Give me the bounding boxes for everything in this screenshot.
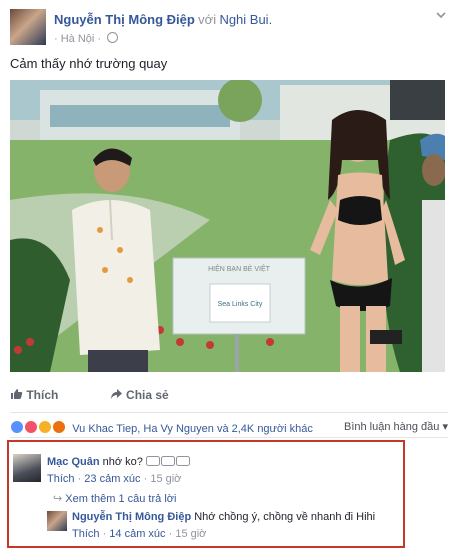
share-action[interactable]: Chia sẻ: [110, 388, 193, 402]
comment-like-link[interactable]: Thích: [47, 473, 75, 485]
location-dot: ·: [54, 33, 61, 45]
comment-ranking-label: Bình luận hàng đầu: [343, 421, 440, 433]
love-reaction-icon[interactable]: [24, 420, 39, 434]
share-label: Chia sẻ: [126, 388, 169, 402]
caret-down-icon: ▾: [442, 421, 448, 433]
with-label: với: [198, 12, 217, 27]
post-actions: Thích Chia sẻ: [10, 388, 217, 402]
location[interactable]: Hà Nội: [61, 33, 95, 45]
reactions-divider: [10, 437, 448, 438]
replier-name[interactable]: Nguyễn Thị Mông Điệp: [72, 511, 191, 523]
commenter-avatar[interactable]: [13, 454, 41, 482]
globe-icon[interactable]: [107, 32, 119, 43]
reactions-bar: Vu Khac Tiep, Ha Vy Nguyen và 2,4K người…: [10, 420, 448, 435]
author-name[interactable]: Nguyễn Thị Mông Điệp: [54, 12, 195, 27]
photo-illustration: HIỆN BẠN BÈ VIỆT Sea Links City: [10, 80, 445, 372]
comment-body: Mạc Quân nhớ ko?: [47, 456, 190, 468]
reactions-summary[interactable]: Vu Khac Tiep, Ha Vy Nguyen và 2,4K người…: [72, 423, 313, 435]
share-arrow-icon: [110, 389, 122, 399]
view-more-replies-label: Xem thêm 1 câu trả lời: [65, 493, 177, 505]
post-photo[interactable]: HIỆN BẠN BÈ VIỆT Sea Links City: [10, 80, 445, 372]
comment-text: nhớ ko?: [102, 456, 146, 468]
angry-reaction-icon[interactable]: [52, 420, 67, 434]
view-more-replies[interactable]: ↪ Xem thêm 1 câu trả lời: [53, 492, 176, 505]
like-reaction-icon[interactable]: [10, 420, 24, 434]
comment-meta: Thích · 23 cảm xúc · 15 giờ: [47, 473, 182, 485]
reply-text: Nhớ chồng ý, chồng về nhanh đi Hihi: [194, 511, 376, 523]
reply-reactions[interactable]: 14 cảm xúc: [109, 528, 165, 540]
haha-reaction-icon[interactable]: [38, 420, 53, 434]
comment-time[interactable]: 15 giờ: [150, 473, 181, 485]
comment-ranking-selector[interactable]: Bình luận hàng đầu ▾: [344, 420, 448, 433]
chevron-down-icon[interactable]: [434, 8, 448, 22]
replier-avatar[interactable]: [47, 511, 67, 531]
reply-like-link[interactable]: Thích: [72, 528, 100, 540]
reply-meta: Thích · 14 cảm xúc · 15 giờ: [72, 528, 207, 540]
highlighted-comments: Mạc Quân nhớ ko? Thích · 23 cảm xúc · 15…: [7, 440, 405, 548]
meta-sep: ·: [97, 33, 105, 45]
facebook-post: Nguyễn Thị Mông Điệp với Nghi Bui. · Hà …: [0, 0, 460, 548]
like-action[interactable]: Thích: [10, 388, 86, 402]
post-meta: · Hà Nội ·: [54, 32, 119, 45]
reply-arrow-icon: ↪: [53, 493, 63, 505]
author-avatar[interactable]: [10, 9, 46, 45]
reply-time[interactable]: 15 giờ: [175, 528, 206, 540]
post-header: Nguyễn Thị Mông Điệp với Nghi Bui. · Hà …: [10, 6, 450, 50]
post-header-text: Nguyễn Thị Mông Điệp với Nghi Bui.: [54, 12, 272, 27]
thumbs-up-icon: [11, 389, 23, 399]
actions-divider: [10, 412, 448, 413]
post-message: Cảm thấy nhớ trường quay: [10, 56, 168, 71]
sign-header: HIỆN BẠN BÈ VIỆT: [208, 264, 271, 273]
comment-reactions[interactable]: 23 cảm xúc: [84, 473, 140, 485]
commenter-name[interactable]: Mạc Quân: [47, 456, 100, 468]
sign-text: Sea Links City: [218, 301, 263, 308]
reply-body: Nguyễn Thị Mông Điệp Nhớ chồng ý, chồng …: [72, 511, 375, 523]
emoji-icon: [145, 456, 190, 466]
like-label: Thích: [26, 388, 59, 402]
tagged-person[interactable]: Nghi Bui.: [219, 12, 272, 27]
